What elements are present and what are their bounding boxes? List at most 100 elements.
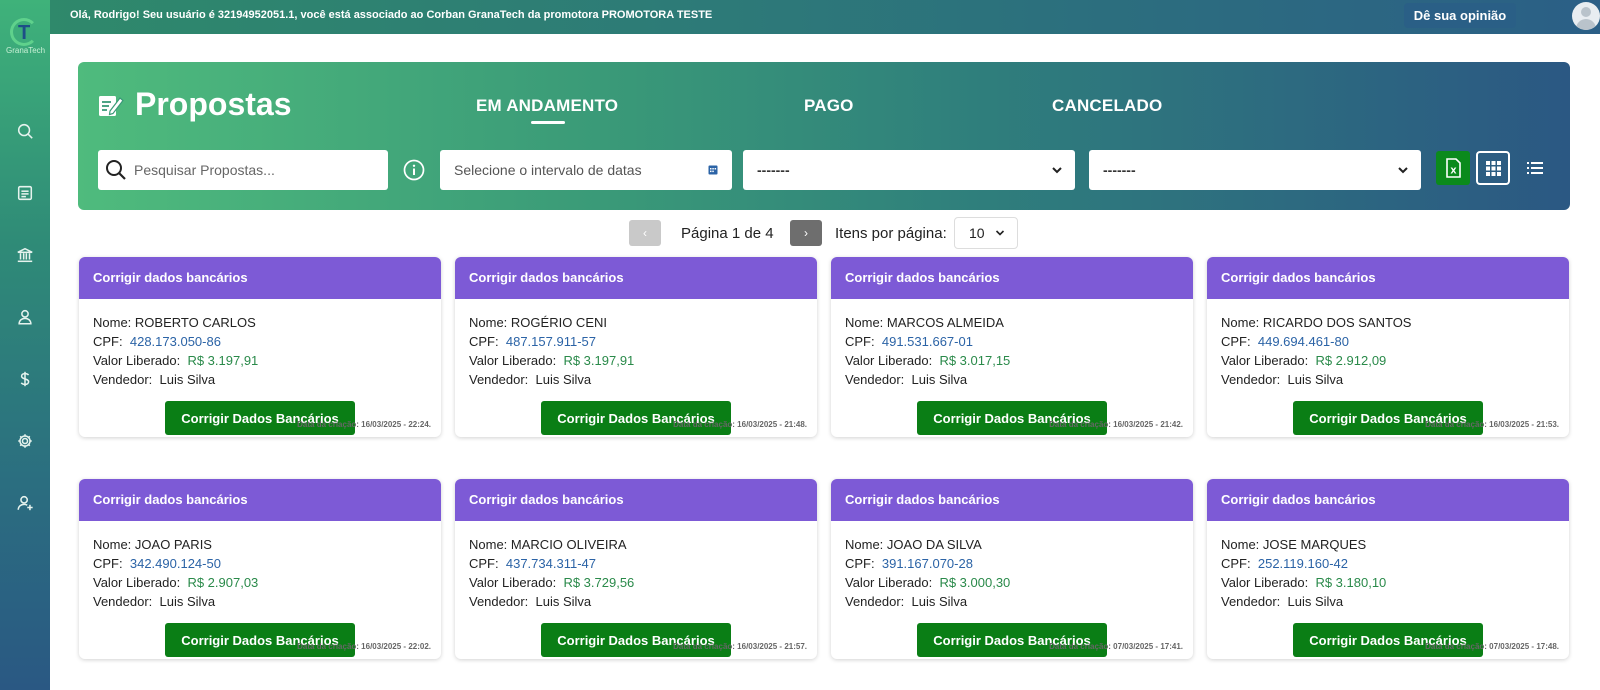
nome-label: Nome: (845, 537, 884, 552)
vendedor-value: Luis Silva (535, 594, 592, 609)
creation-date: Data da criação: 16/03/2025 - 21:53. (1425, 420, 1559, 429)
card-row-cpf: CPF: 487.157.911-57 (469, 332, 817, 351)
chevron-down-icon (995, 230, 1005, 236)
feedback-button[interactable]: Dê sua opinião (1404, 3, 1516, 28)
items-per-page-select[interactable]: 10 (954, 217, 1018, 249)
tab-pago[interactable]: PAGO (804, 96, 854, 116)
card-row-nome: Nome: JOAO DA SILVA (845, 535, 1193, 554)
tab-cancelado[interactable]: CANCELADO (1052, 96, 1162, 116)
vendedor-value: Luis Silva (1287, 594, 1344, 609)
bank-icon[interactable] (14, 244, 36, 266)
chevron-down-icon (1398, 167, 1408, 174)
grid-view-button[interactable] (1476, 151, 1510, 185)
vendedor-value: Luis Silva (535, 372, 592, 387)
previous-page-button[interactable]: ‹ (629, 220, 661, 246)
list-view-button[interactable] (1518, 151, 1552, 185)
card-row-cpf: CPF: 449.694.461-80 (1221, 332, 1569, 351)
vendedor-label: Vendedor: (93, 372, 153, 387)
vendedor-value: Luis Silva (911, 594, 968, 609)
logo-letter: T (18, 22, 31, 44)
nome-value: JOAO DA SILVA (886, 537, 982, 552)
fix-bank-data-button[interactable]: Corrigir Dados Bancários (1293, 401, 1483, 435)
cpf-label: CPF: (469, 556, 499, 571)
fix-bank-data-button[interactable]: Corrigir Dados Bancários (541, 401, 731, 435)
card-row-nome: Nome: ROGÉRIO CENI (469, 313, 817, 332)
card-row-vendedor: Vendedor: Luis Silva (93, 592, 441, 611)
export-excel-button[interactable]: X (1436, 151, 1470, 185)
search-input[interactable] (134, 150, 379, 190)
avatar-shoulders (1576, 19, 1596, 30)
search-icon[interactable] (14, 120, 36, 142)
card-row-nome: Nome: JOAO PARIS (93, 535, 441, 554)
vendedor-label: Vendedor: (93, 594, 153, 609)
card-body: Nome: MARCIO OLIVEIRA CPF: 437.734.311-47… (455, 521, 817, 611)
fix-bank-data-button[interactable]: Corrigir Dados Bancários (165, 623, 355, 657)
nome-label: Nome: (469, 537, 508, 552)
card-body: Nome: JOSE MARQUES CPF: 252.119.160-42 Val… (1207, 521, 1569, 611)
chevron-down-icon (1052, 167, 1062, 174)
valor-value: R$ 3.729,56 (563, 575, 635, 590)
fix-bank-data-button[interactable]: Corrigir Dados Bancários (541, 623, 731, 657)
page-title: Propostas (135, 86, 292, 122)
fix-bank-data-button[interactable]: Corrigir Dados Bancários (165, 401, 355, 435)
valor-value: R$ 2.907,03 (187, 575, 259, 590)
avatar[interactable] (1572, 2, 1600, 30)
fix-bank-data-button[interactable]: Corrigir Dados Bancários (1293, 623, 1483, 657)
proposal-card: Corrigir dados bancários Nome: JOAO DA SI… (831, 479, 1193, 659)
granatech-logo[interactable]: T GranaTech (6, 18, 46, 58)
active-tab-indicator (531, 121, 565, 124)
vendedor-label: Vendedor: (1221, 372, 1281, 387)
gear-icon[interactable] (14, 430, 36, 452)
creation-date: Data da criação: 16/03/2025 - 21:42. (1049, 420, 1183, 429)
grid-icon (1486, 161, 1501, 176)
nome-label: Nome: (1221, 537, 1260, 552)
card-row-vendedor: Vendedor: Luis Silva (469, 370, 817, 389)
card-row-valor: Valor Liberado: R$ 3.000,30 (845, 573, 1193, 592)
fix-bank-data-button[interactable]: Corrigir Dados Bancários (917, 401, 1107, 435)
proposal-card: Corrigir dados bancários Nome: ROBERTO CA… (79, 257, 441, 437)
creation-date: Data da criação: 07/03/2025 - 17:48. (1425, 642, 1559, 651)
filter-select-2-value: ------- (1103, 162, 1136, 178)
proposal-card: Corrigir dados bancários Nome: MARCIO OLI… (455, 479, 817, 659)
creation-date: Data da criação: 07/03/2025 - 17:41. (1049, 642, 1183, 651)
greeting-text: Olá, Rodrigo! Seu usuário é 32194952051.… (70, 9, 713, 21)
card-row-nome: Nome: RICARDO DOS SANTOS (1221, 313, 1569, 332)
card-row-vendedor: Vendedor: Luis Silva (845, 592, 1193, 611)
user-add-icon[interactable] (14, 492, 36, 514)
filter-select-1-value: ------- (757, 162, 790, 178)
document-icon[interactable] (14, 182, 36, 204)
cpf-label: CPF: (93, 556, 123, 571)
edit-document-icon (98, 92, 124, 118)
nome-value: ROBERTO CARLOS (134, 315, 256, 330)
card-header: Corrigir dados bancários (831, 479, 1193, 521)
valor-label: Valor Liberado: (93, 575, 181, 590)
vendedor-value: Luis Silva (159, 372, 216, 387)
nome-value: JOAO PARIS (134, 537, 212, 552)
user-icon[interactable] (14, 306, 36, 328)
fix-bank-data-button[interactable]: Corrigir Dados Bancários (917, 623, 1107, 657)
dollar-icon[interactable] (14, 368, 36, 390)
vendedor-label: Vendedor: (469, 594, 529, 609)
filter-select-1[interactable]: ------- (743, 150, 1075, 190)
top-bar: Olá, Rodrigo! Seu usuário é 32194952051.… (0, 0, 1600, 34)
valor-label: Valor Liberado: (845, 575, 933, 590)
next-page-button[interactable]: › (790, 220, 822, 246)
nome-label: Nome: (1221, 315, 1260, 330)
vendedor-label: Vendedor: (1221, 594, 1281, 609)
valor-label: Valor Liberado: (93, 353, 181, 368)
valor-label: Valor Liberado: (1221, 353, 1309, 368)
card-row-cpf: CPF: 437.734.311-47 (469, 554, 817, 573)
card-row-vendedor: Vendedor: Luis Silva (469, 592, 817, 611)
card-row-nome: Nome: MARCOS ALMEIDA (845, 313, 1193, 332)
card-body: Nome: JOAO DA SILVA CPF: 391.167.070-28 Va… (831, 521, 1193, 611)
svg-text:X: X (1450, 167, 1457, 176)
card-row-cpf: CPF: 391.167.070-28 (845, 554, 1193, 573)
page-indicator: Página 1 de 4 (681, 225, 774, 242)
info-icon[interactable] (403, 159, 425, 181)
cpf-value: 487.157.911-57 (505, 334, 596, 349)
date-range-input[interactable]: Selecione o intervalo de datas (440, 150, 732, 190)
sidebar: T GranaTech (0, 0, 50, 690)
filter-select-2[interactable]: ------- (1089, 150, 1421, 190)
cpf-label: CPF: (469, 334, 499, 349)
tab-em-andamento[interactable]: EM ANDAMENTO (476, 96, 618, 116)
